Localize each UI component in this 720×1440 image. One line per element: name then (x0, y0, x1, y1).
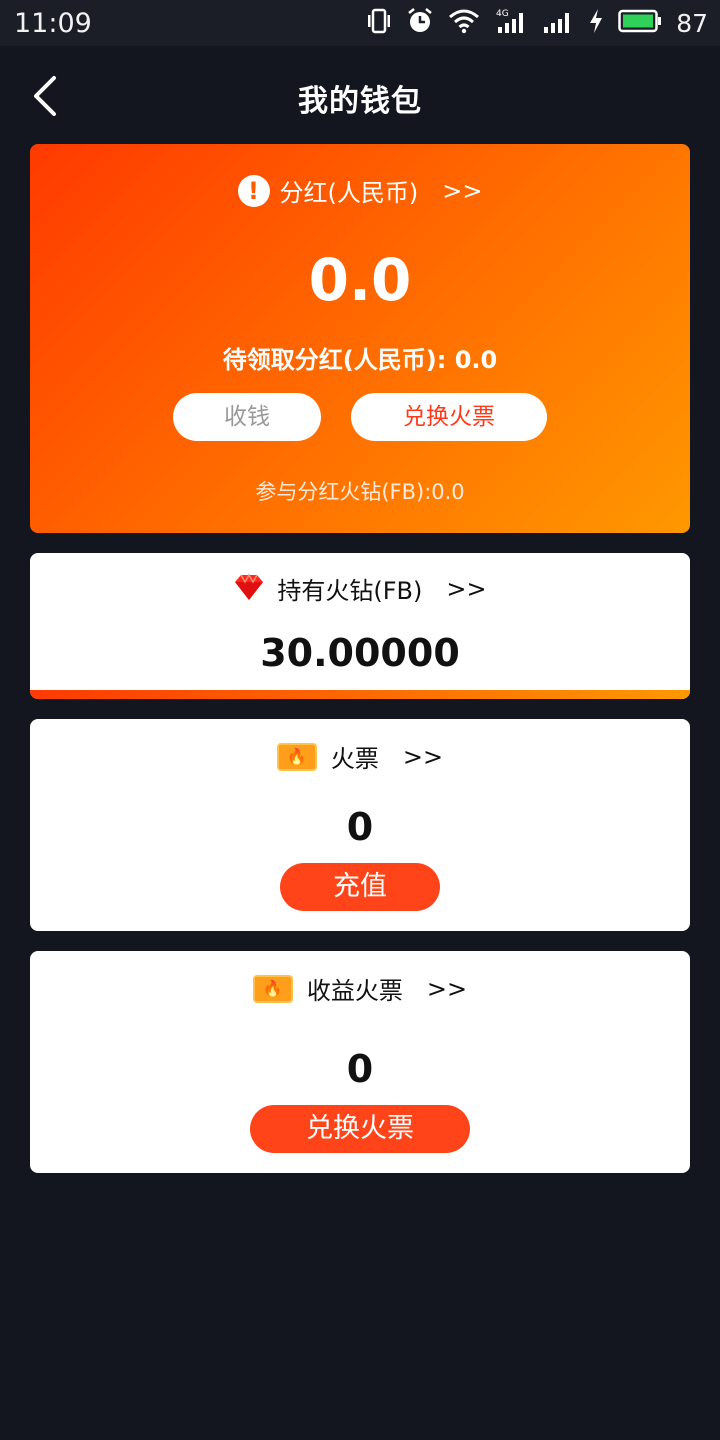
income-title: 收益火票 (306, 977, 403, 1005)
vibrate-icon (366, 8, 392, 38)
fire-ticket-icon: 🔥 (276, 742, 317, 771)
page-title: 我的钱包 (298, 84, 422, 119)
pending-value: 0.0 (454, 346, 498, 374)
status-time: 11:09 (14, 8, 92, 39)
diamond-icon (233, 572, 265, 605)
dividend-title-row[interactable]: ! 分红(人民币) >> (30, 173, 690, 208)
ticket-card: 🔥 火票 >> 0 充值 (30, 719, 690, 931)
fb-accent-bar (30, 690, 690, 699)
signal-icon (542, 7, 574, 39)
fb-title-row[interactable]: 持有火钻(FB) >> (30, 571, 690, 606)
recharge-button[interactable]: 充值 (280, 863, 440, 911)
header: 我的钱包 (0, 46, 720, 144)
svg-text:4G: 4G (496, 9, 509, 19)
ticket-title: 火票 (330, 745, 379, 773)
income-ticket-card: 🔥 收益火票 >> 0 兑换火票 (30, 951, 690, 1173)
pending-label: 待领取分红(人民币): (222, 346, 447, 374)
income-more-link[interactable]: >> (427, 975, 467, 1003)
ticket-value: 0 (346, 805, 374, 849)
status-bar: 11:09 4G 87 (0, 0, 720, 46)
ticket-title-row[interactable]: 🔥 火票 >> (30, 739, 690, 774)
fb-more-link[interactable]: >> (446, 575, 486, 603)
collect-button[interactable]: 收钱 (173, 393, 321, 441)
battery-icon (618, 8, 662, 38)
dividend-more-link[interactable]: >> (442, 177, 482, 205)
battery-level: 87 (676, 8, 708, 38)
charging-icon (588, 8, 604, 38)
dividend-actions: 收钱 兑换火票 (30, 393, 690, 441)
fb-card: 持有火钻(FB) >> 30.00000 (30, 553, 690, 699)
fb-title: 持有火钻(FB) (277, 577, 423, 605)
signal-4g-icon: 4G (494, 7, 528, 39)
dividend-value: 0.0 (308, 246, 412, 314)
ticket-more-link[interactable]: >> (403, 743, 443, 771)
fire-ticket-icon: 🔥 (252, 974, 293, 1003)
status-icons: 4G 87 (366, 7, 708, 39)
info-alert-icon: ! (237, 174, 270, 207)
participate-fb: 参与分红火钻(FB):0.0 (255, 480, 465, 504)
dividend-card: ! 分红(人民币) >> 0.0 待领取分红(人民币): 0.0 收钱 兑换火票… (30, 144, 690, 533)
pending-dividend: 待领取分红(人民币): 0.0 (30, 340, 690, 375)
income-exchange-button[interactable]: 兑换火票 (250, 1105, 470, 1153)
exchange-ticket-button[interactable]: 兑换火票 (351, 393, 547, 441)
fb-value: 30.00000 (260, 631, 460, 675)
alarm-icon (406, 7, 434, 39)
income-title-row[interactable]: 🔥 收益火票 >> (30, 971, 690, 1006)
wifi-icon (448, 8, 480, 38)
income-value: 0 (346, 1047, 374, 1091)
dividend-title: 分红(人民币) (279, 179, 419, 207)
